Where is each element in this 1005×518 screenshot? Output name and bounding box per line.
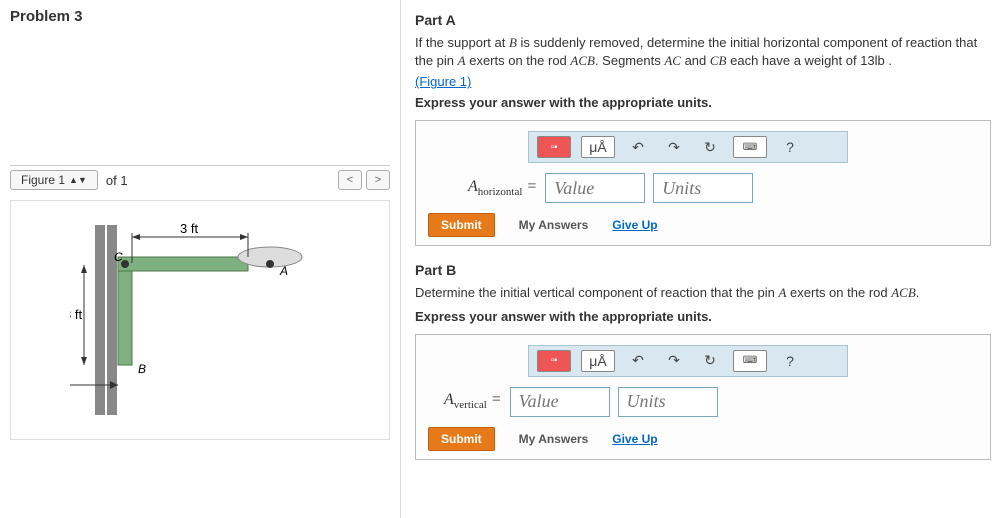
point-b: B	[138, 362, 146, 376]
part-b-title: Part B	[415, 262, 991, 278]
template-icon[interactable]: ▫▪	[537, 350, 571, 372]
reset-icon[interactable]: ↻	[697, 136, 723, 158]
undo-icon[interactable]: ↶	[625, 136, 651, 158]
figure-next-button[interactable]: >	[366, 170, 390, 190]
redo-icon[interactable]: ↷	[661, 350, 687, 372]
reset-icon[interactable]: ↻	[697, 350, 723, 372]
keyboard-icon[interactable]: ⌨	[733, 136, 767, 158]
part-b-units-input[interactable]	[618, 387, 718, 417]
point-c: C	[114, 250, 123, 264]
symbol-button[interactable]: μÅ	[581, 350, 615, 372]
part-b-question: Determine the initial vertical component…	[415, 284, 991, 302]
figure-count: of 1	[106, 173, 128, 188]
part-b-panel: ▫▪ μÅ ↶ ↷ ↻ ⌨ ? Avertical = Submit My An…	[415, 334, 991, 460]
dim-vert: 3 ft	[70, 307, 82, 322]
point-a: A	[279, 264, 288, 278]
figure-select[interactable]: Figure 1 ▲▼	[10, 170, 98, 190]
part-a-myanswers[interactable]: My Answers	[519, 218, 589, 232]
help-icon[interactable]: ?	[777, 350, 803, 372]
part-b-giveup[interactable]: Give Up	[612, 432, 657, 446]
part-b-instruction: Express your answer with the appropriate…	[415, 309, 991, 324]
part-a-instruction: Express your answer with the appropriate…	[415, 95, 991, 110]
template-icon[interactable]: ▫▪	[537, 136, 571, 158]
problem-title: Problem 3	[10, 8, 390, 25]
part-a-title: Part A	[415, 12, 991, 28]
undo-icon[interactable]: ↶	[625, 350, 651, 372]
part-a-var-label: Ahorizontal =	[468, 178, 537, 198]
redo-icon[interactable]: ↷	[661, 136, 687, 158]
figure-panel: 3 ft 3 ft C A B	[10, 200, 390, 440]
figure-navbar: Figure 1 ▲▼ of 1 < >	[10, 165, 390, 194]
figure-link[interactable]: (Figure 1)	[415, 74, 471, 89]
figure-label: Figure 1	[21, 173, 65, 187]
part-b-value-input[interactable]	[510, 387, 610, 417]
symbol-button[interactable]: μÅ	[581, 136, 615, 158]
dropdown-icon: ▲▼	[69, 175, 87, 185]
part-a-value-input[interactable]	[545, 173, 645, 203]
part-a-submit-button[interactable]: Submit	[428, 213, 495, 237]
figure-prev-button[interactable]: <	[338, 170, 362, 190]
part-b-submit-button[interactable]: Submit	[428, 427, 495, 451]
dim-horiz: 3 ft	[180, 221, 198, 236]
part-a-toolbar: ▫▪ μÅ ↶ ↷ ↻ ⌨ ?	[528, 131, 848, 163]
part-b-myanswers[interactable]: My Answers	[519, 432, 589, 446]
part-b-var-label: Avertical =	[444, 391, 502, 411]
figure-diagram: 3 ft 3 ft C A B	[70, 215, 330, 425]
part-a-units-input[interactable]	[653, 173, 753, 203]
keyboard-icon[interactable]: ⌨	[733, 350, 767, 372]
part-b-toolbar: ▫▪ μÅ ↶ ↷ ↻ ⌨ ?	[528, 345, 848, 377]
part-a-giveup[interactable]: Give Up	[612, 218, 657, 232]
part-a-question: If the support at B is suddenly removed,…	[415, 34, 991, 70]
help-icon[interactable]: ?	[777, 136, 803, 158]
part-a-panel: ▫▪ μÅ ↶ ↷ ↻ ⌨ ? Ahorizontal = Submit My …	[415, 120, 991, 246]
